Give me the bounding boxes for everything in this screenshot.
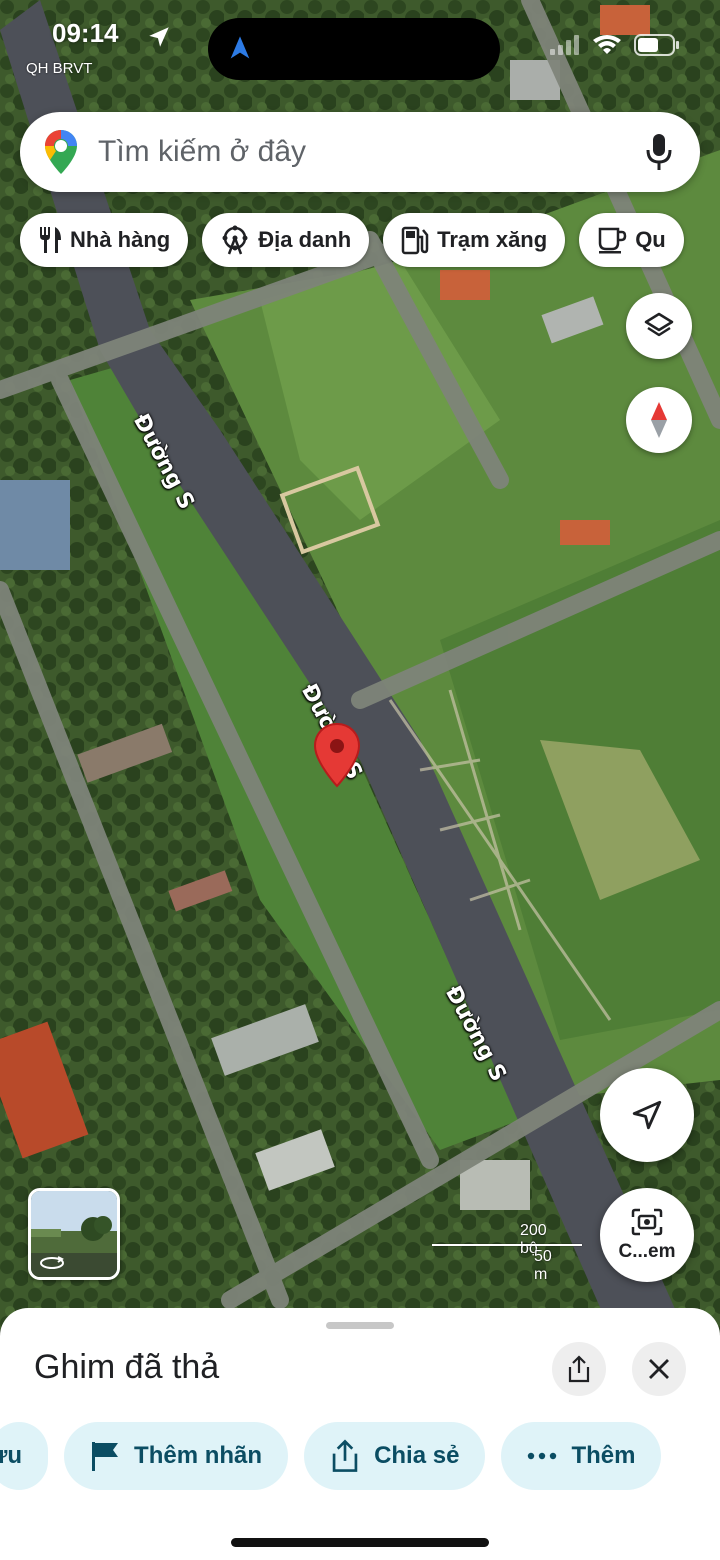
layers-icon bbox=[644, 312, 674, 337]
status-icons bbox=[550, 34, 680, 56]
more-dots-icon bbox=[528, 1452, 557, 1460]
battery-icon bbox=[634, 34, 679, 56]
microphone-icon[interactable] bbox=[646, 133, 672, 171]
share-action-button[interactable]: Chia sẻ bbox=[304, 1422, 486, 1490]
action-label: Thêm nhãn bbox=[134, 1442, 263, 1469]
my-location-button[interactable] bbox=[600, 1068, 694, 1162]
chip-label: Địa danh bbox=[258, 227, 352, 252]
scale-line bbox=[432, 1244, 582, 1246]
dropped-pin-icon[interactable] bbox=[313, 722, 361, 788]
chip-restaurants[interactable]: Nhà hàng bbox=[20, 213, 189, 267]
gas-pump-icon bbox=[401, 226, 429, 255]
wifi-icon bbox=[593, 35, 621, 54]
coffee-cup-icon bbox=[598, 227, 627, 254]
navigation-arrow-outline-icon bbox=[632, 1100, 662, 1130]
ferris-wheel-icon bbox=[222, 225, 248, 255]
sheet-drag-handle[interactable] bbox=[326, 1322, 394, 1329]
chip-landmarks[interactable]: Địa danh bbox=[202, 213, 370, 267]
chip-coffee[interactable]: Qu bbox=[579, 213, 684, 267]
home-indicator bbox=[231, 1538, 489, 1547]
save-button[interactable]: ưu bbox=[0, 1422, 49, 1490]
google-maps-pin-icon bbox=[45, 130, 77, 174]
scale-meters: 50 m bbox=[534, 1248, 552, 1283]
action-label: Thêm bbox=[571, 1442, 636, 1469]
street-view-thumbnail[interactable] bbox=[28, 1188, 120, 1280]
compass-button[interactable] bbox=[626, 387, 692, 453]
camera-scan-icon bbox=[631, 1208, 663, 1236]
navigation-arrow-icon bbox=[230, 36, 250, 59]
camera-explore-button[interactable]: C...em bbox=[600, 1188, 694, 1282]
add-label-button[interactable]: Thêm nhãn bbox=[64, 1422, 289, 1490]
location-arrow-icon bbox=[149, 27, 169, 47]
chip-label: Nhà hàng bbox=[70, 227, 171, 252]
chip-label: Trạm xăng bbox=[437, 227, 548, 252]
signal-icon bbox=[550, 35, 579, 55]
share-button[interactable] bbox=[552, 1342, 606, 1396]
compass-icon bbox=[651, 402, 667, 438]
chip-label: Qu bbox=[635, 227, 666, 252]
status-carrier: QH BRVT bbox=[26, 60, 93, 77]
layers-button[interactable] bbox=[626, 293, 692, 359]
more-button[interactable]: Thêm bbox=[501, 1422, 662, 1490]
camera-button-label: C...em bbox=[618, 1241, 676, 1262]
close-icon bbox=[649, 1359, 669, 1379]
action-label: Chia sẻ bbox=[374, 1442, 460, 1469]
rotate-360-icon bbox=[40, 1256, 64, 1269]
fork-knife-icon bbox=[40, 227, 61, 253]
share-icon bbox=[568, 1355, 590, 1383]
sheet-title: Ghim đã thả bbox=[34, 1348, 220, 1386]
share-icon bbox=[332, 1439, 358, 1472]
status-time: 09:14 bbox=[52, 18, 119, 48]
chip-gas-stations[interactable]: Trạm xăng bbox=[383, 213, 566, 267]
action-label: ưu bbox=[0, 1442, 23, 1469]
action-buttons: ưu Thêm nhãn Chia sẻ Thêm bbox=[0, 1422, 662, 1490]
flag-icon bbox=[92, 1442, 119, 1471]
close-button[interactable] bbox=[632, 1342, 686, 1396]
category-chips: Nhà hàng Địa danh Trạm xăng Qu bbox=[20, 213, 684, 267]
search-input[interactable]: Tìm kiếm ở đây bbox=[98, 135, 646, 169]
search-bar[interactable]: Tìm kiếm ở đây bbox=[20, 112, 700, 192]
bottom-sheet: Ghim đã thả ưu Thêm nhãn Chia sẻ bbox=[0, 1308, 720, 1560]
